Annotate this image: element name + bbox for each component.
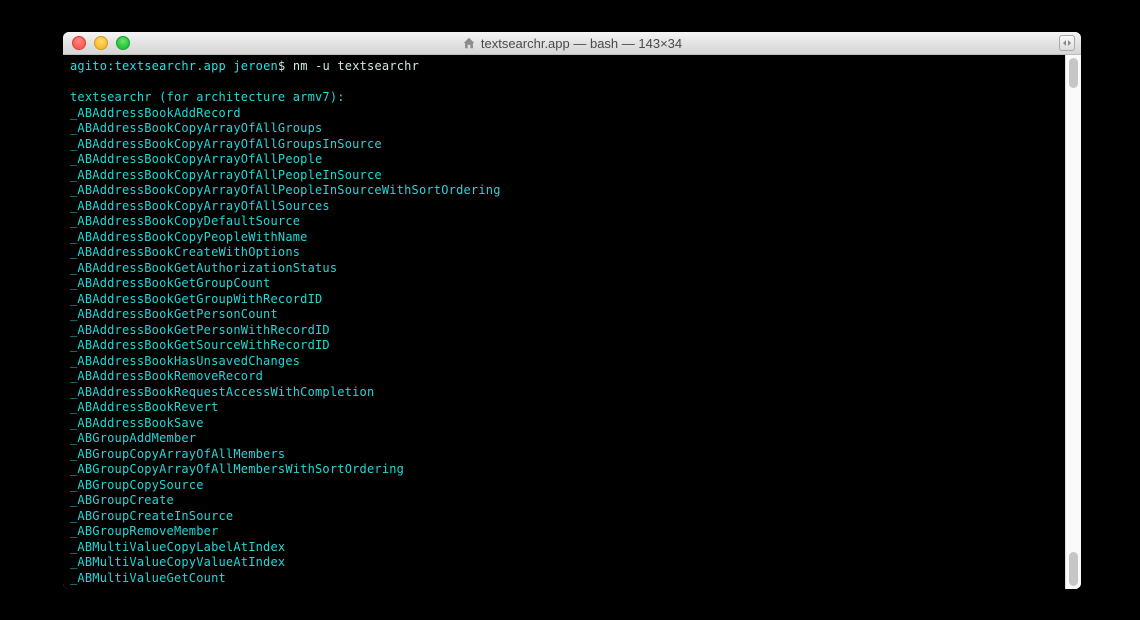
symbol-line: _ABAddressBookSave xyxy=(70,416,204,430)
close-button[interactable] xyxy=(72,36,86,50)
scrollbar-track[interactable] xyxy=(1065,55,1081,589)
symbol-line: _ABAddressBookCopyDefaultSource xyxy=(70,214,300,228)
symbol-line: _ABAddressBookCreateWithOptions xyxy=(70,245,300,259)
symbol-line: _ABAddressBookGetSourceWithRecordID xyxy=(70,338,330,352)
prompt-dollar: $ xyxy=(278,59,285,73)
symbol-line: _ABMultiValueCopyLabelAtIndex xyxy=(70,540,285,554)
minimize-button[interactable] xyxy=(94,36,108,50)
zoom-button[interactable] xyxy=(116,36,130,50)
window-title: textsearchr.app — bash — 143×34 xyxy=(63,36,1081,51)
symbol-line: _ABAddressBookRevert xyxy=(70,400,219,414)
prompt-host: agito xyxy=(70,59,107,73)
symbol-line: _ABAddressBookGetGroupCount xyxy=(70,276,270,290)
symbol-line: _ABGroupCopyArrayOfAllMembersWithSortOrd… xyxy=(70,462,404,476)
symbol-line: _ABAddressBookCopyArrayOfAllPeopleInSour… xyxy=(70,183,501,197)
symbol-line: _ABGroupAddMember xyxy=(70,431,196,445)
terminal-body[interactable]: agito:textsearchr.app jeroen$ nm -u text… xyxy=(63,55,1065,589)
symbol-line: _ABAddressBookHasUnsavedChanges xyxy=(70,354,300,368)
symbol-line: _ABAddressBookRequestAccessWithCompletio… xyxy=(70,385,374,399)
prompt-user: jeroen xyxy=(233,59,278,73)
symbol-line: _ABGroupRemoveMember xyxy=(70,524,219,538)
symbol-line: _ABAddressBookCopyPeopleWithName xyxy=(70,230,308,244)
symbol-line: _ABAddressBookRemoveRecord xyxy=(70,369,263,383)
symbol-line: _ABGroupCopyArrayOfAllMembers xyxy=(70,447,285,461)
symbol-line: _ABAddressBookCopyArrayOfAllPeople xyxy=(70,152,322,166)
symbol-line: _ABAddressBookCopyArrayOfAllGroups xyxy=(70,121,322,135)
window-title-text: textsearchr.app — bash — 143×34 xyxy=(481,36,682,51)
symbol-line: _ABGroupCreateInSource xyxy=(70,509,233,523)
scrollbar-thumb-bottom[interactable] xyxy=(1069,552,1078,586)
terminal-body-wrap: agito:textsearchr.app jeroen$ nm -u text… xyxy=(63,55,1081,589)
home-folder-icon xyxy=(462,36,476,50)
output-header: textsearchr (for architecture armv7): xyxy=(70,90,345,104)
symbol-line: _ABAddressBookGetPersonCount xyxy=(70,307,278,321)
symbol-line: _ABAddressBookAddRecord xyxy=(70,106,241,120)
prompt-command: nm -u textsearchr xyxy=(293,59,419,73)
prompt-cwd: textsearchr.app xyxy=(115,59,226,73)
symbol-line: _ABAddressBookGetGroupWithRecordID xyxy=(70,292,322,306)
scrollbar-thumb-top[interactable] xyxy=(1069,58,1078,88)
prompt-line: agito:textsearchr.app jeroen$ nm -u text… xyxy=(70,59,419,73)
symbol-line: _ABGroupCopySource xyxy=(70,478,204,492)
prompt-sep: : xyxy=(107,59,114,73)
symbol-line: _ABAddressBookCopyArrayOfAllSources xyxy=(70,199,330,213)
symbol-line: _ABAddressBookCopyArrayOfAllGroupsInSour… xyxy=(70,137,382,151)
symbol-line: _ABAddressBookGetAuthorizationStatus xyxy=(70,261,337,275)
symbol-line: _ABGroupCreate xyxy=(70,493,174,507)
symbol-line: _ABAddressBookGetPersonWithRecordID xyxy=(70,323,330,337)
fullscreen-button[interactable] xyxy=(1059,35,1075,51)
symbol-line: _ABMultiValueGetCount xyxy=(70,571,226,585)
symbol-line: _ABMultiValueCopyValueAtIndex xyxy=(70,555,285,569)
titlebar[interactable]: textsearchr.app — bash — 143×34 xyxy=(63,32,1081,55)
symbol-line: _ABAddressBookCopyArrayOfAllPeopleInSour… xyxy=(70,168,382,182)
terminal-window: textsearchr.app — bash — 143×34 agito:te… xyxy=(63,32,1081,589)
traffic-lights xyxy=(72,36,130,50)
